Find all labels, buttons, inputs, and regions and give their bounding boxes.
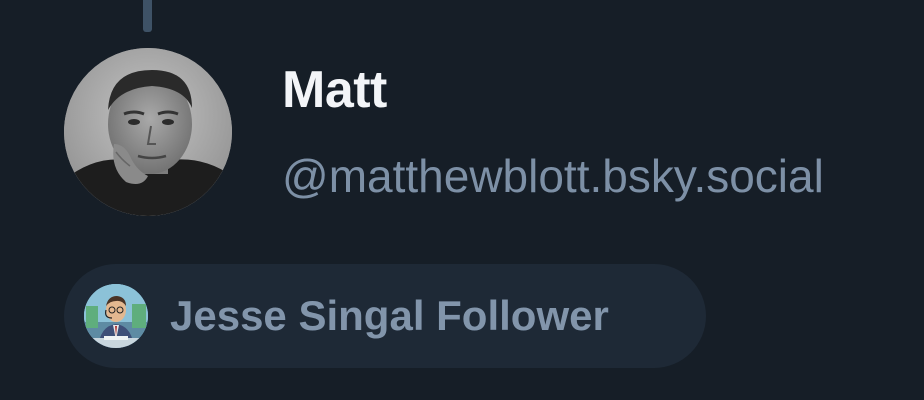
author-avatar[interactable] bbox=[64, 48, 232, 216]
moderation-label-text: Jesse Singal Follower bbox=[170, 292, 609, 339]
author-display-name[interactable]: Matt bbox=[282, 58, 387, 122]
profile-photo-icon bbox=[64, 48, 232, 216]
thread-connector-line bbox=[143, 0, 152, 32]
moderation-label-pill[interactable]: Jesse Singal Follower bbox=[64, 264, 706, 368]
labeler-avatar-icon bbox=[84, 284, 148, 348]
author-handle[interactable]: @matthewblott.bsky.social bbox=[282, 146, 924, 206]
